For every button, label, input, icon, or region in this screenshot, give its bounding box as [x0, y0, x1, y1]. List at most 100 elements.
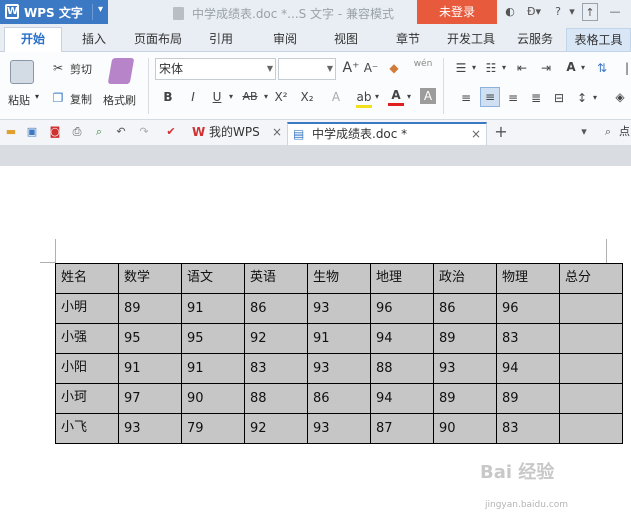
table-cell[interactable]: 小飞 [55, 413, 119, 444]
table-cell[interactable]: 92 [244, 323, 308, 354]
search-icon[interactable]: ⌕ [601, 125, 615, 139]
copy-icon[interactable]: ❐ [50, 90, 66, 106]
numbered-dropdown-icon[interactable]: ▾ [500, 60, 508, 76]
phonetic-guide-icon[interactable]: wén [412, 56, 434, 72]
table-cell[interactable]: 89 [433, 383, 497, 414]
header-cell[interactable]: 姓名 [55, 263, 119, 294]
tab-developer[interactable]: 开发工具 [447, 30, 495, 47]
table-cell[interactable]: 86 [433, 293, 497, 324]
login-button[interactable]: 未登录 [417, 0, 497, 24]
table-cell[interactable]: 83 [496, 413, 560, 444]
paint-bucket-icon[interactable]: ◈ [612, 89, 628, 105]
table-cell[interactable]: 小明 [55, 293, 119, 324]
table-cell[interactable]: 91 [307, 323, 371, 354]
italic-button[interactable]: I [185, 89, 201, 105]
restore-window-icon[interactable]: ↑ [582, 3, 598, 21]
table-cell[interactable]: 79 [181, 413, 245, 444]
font-color-dropdown-icon[interactable]: ▾ [405, 89, 413, 105]
char-style-dropdown-icon[interactable]: ▾ [579, 60, 587, 76]
undo-icon[interactable]: ↶ [114, 125, 128, 139]
table-cell[interactable]: 93 [118, 413, 182, 444]
close-icon[interactable]: × [471, 124, 481, 145]
text-effect-icon[interactable]: A [328, 89, 344, 105]
redo-icon[interactable]: ↷ [137, 125, 151, 139]
header-cell[interactable]: 地理 [370, 263, 434, 294]
sort-icon[interactable]: ⇅ [594, 60, 610, 76]
superscript-button[interactable]: X² [272, 89, 290, 105]
table-cell[interactable]: 87 [370, 413, 434, 444]
header-cell[interactable]: 英语 [244, 263, 308, 294]
bold-button[interactable]: B [160, 89, 176, 105]
justify-icon[interactable]: ≣ [528, 90, 544, 106]
table-cell[interactable]: 89 [433, 323, 497, 354]
char-shading-icon[interactable]: A [420, 88, 436, 104]
search-label[interactable]: 点 [618, 125, 631, 139]
tab-document[interactable]: ▤ 中学成绩表.doc * × [287, 122, 487, 145]
table-cell[interactable]: 89 [118, 293, 182, 324]
highlight-button[interactable]: ab [356, 89, 372, 108]
tab-review[interactable]: 审阅 [273, 30, 297, 47]
tab-view[interactable]: 视图 [334, 30, 358, 47]
table-cell[interactable]: 90 [433, 413, 497, 444]
tab-list-icon[interactable]: ▾ [577, 125, 591, 139]
clear-format-icon[interactable]: ◆ [386, 60, 402, 76]
d-menu-icon[interactable]: Ð▾ [523, 3, 545, 21]
table-cell[interactable]: 94 [496, 353, 560, 384]
header-cell[interactable]: 政治 [433, 263, 497, 294]
font-name-select[interactable]: 宋体 ▼ [155, 58, 276, 80]
cut-button[interactable]: 剪切 [70, 61, 92, 77]
table-cell[interactable]: 97 [118, 383, 182, 414]
align-right-icon[interactable]: ≡ [505, 90, 521, 106]
table-cell[interactable]: 90 [181, 383, 245, 414]
tab-my-wps[interactable]: W 我的WPS × [188, 122, 284, 145]
line-spacing-icon[interactable]: ↕ [574, 90, 590, 106]
format-painter-icon[interactable] [107, 58, 135, 84]
strikethrough-dropdown-icon[interactable]: ▾ [262, 89, 270, 105]
table-cell[interactable]: 92 [244, 413, 308, 444]
customize-toolbar-icon[interactable]: ✔ [164, 125, 178, 139]
scissors-icon[interactable]: ✂ [50, 60, 66, 76]
table-cell[interactable]: 91 [181, 293, 245, 324]
grow-font-icon[interactable]: A⁺ [342, 60, 360, 76]
tab-page-layout[interactable]: 页面布局 [134, 30, 182, 47]
bullet-list-icon[interactable]: ☰ [453, 60, 469, 76]
distribute-icon[interactable]: ⊟ [551, 90, 567, 106]
highlight-dropdown-icon[interactable]: ▾ [373, 89, 381, 105]
font-size-select[interactable]: ▼ [278, 58, 336, 80]
tab-home[interactable]: 开始 [4, 27, 62, 52]
tab-references[interactable]: 引用 [209, 30, 233, 47]
export-pdf-icon[interactable]: ◙ [48, 125, 62, 139]
align-center-icon[interactable]: ≡ [480, 87, 500, 107]
app-menu-button[interactable]: W WPS 文字 ▾ [0, 0, 108, 24]
line-spacing-dropdown-icon[interactable]: ▾ [591, 90, 599, 106]
char-style-icon[interactable]: A [562, 59, 580, 75]
paste-button[interactable]: 粘贴 [8, 92, 30, 108]
table-cell[interactable]: 83 [496, 323, 560, 354]
tab-insert[interactable]: 插入 [82, 30, 106, 47]
table-cell[interactable]: 88 [370, 353, 434, 384]
copy-button[interactable]: 复制 [70, 91, 92, 107]
header-cell[interactable]: 生物 [307, 263, 371, 294]
tab-table-tools[interactable]: 表格工具 [566, 28, 631, 52]
table-cell[interactable]: 86 [307, 383, 371, 414]
table-cell[interactable]: 93 [433, 353, 497, 384]
table-cell[interactable]: 小阳 [55, 353, 119, 384]
indent-icon[interactable]: ⇥ [538, 60, 554, 76]
strikethrough-button[interactable]: AB [239, 89, 261, 105]
outdent-icon[interactable]: ⇤ [514, 60, 530, 76]
close-icon[interactable]: × [272, 122, 282, 143]
tab-chapter[interactable]: 章节 [396, 30, 420, 47]
table-cell[interactable]: 小强 [55, 323, 119, 354]
table-cell[interactable]: 96 [370, 293, 434, 324]
table-cell[interactable]: 93 [307, 293, 371, 324]
header-cell[interactable]: 物理 [496, 263, 560, 294]
table-cell[interactable]: 86 [244, 293, 308, 324]
save-icon[interactable]: ▣ [25, 125, 39, 139]
table-cell[interactable]: 93 [307, 353, 371, 384]
bullet-dropdown-icon[interactable]: ▾ [470, 60, 478, 76]
help-button[interactable]: ? [549, 3, 567, 21]
help-dropdown-icon[interactable]: ▾ [567, 3, 577, 21]
table-cell[interactable]: 83 [244, 353, 308, 384]
table-cell[interactable]: 94 [370, 383, 434, 414]
align-left-icon[interactable]: ≡ [458, 90, 474, 106]
